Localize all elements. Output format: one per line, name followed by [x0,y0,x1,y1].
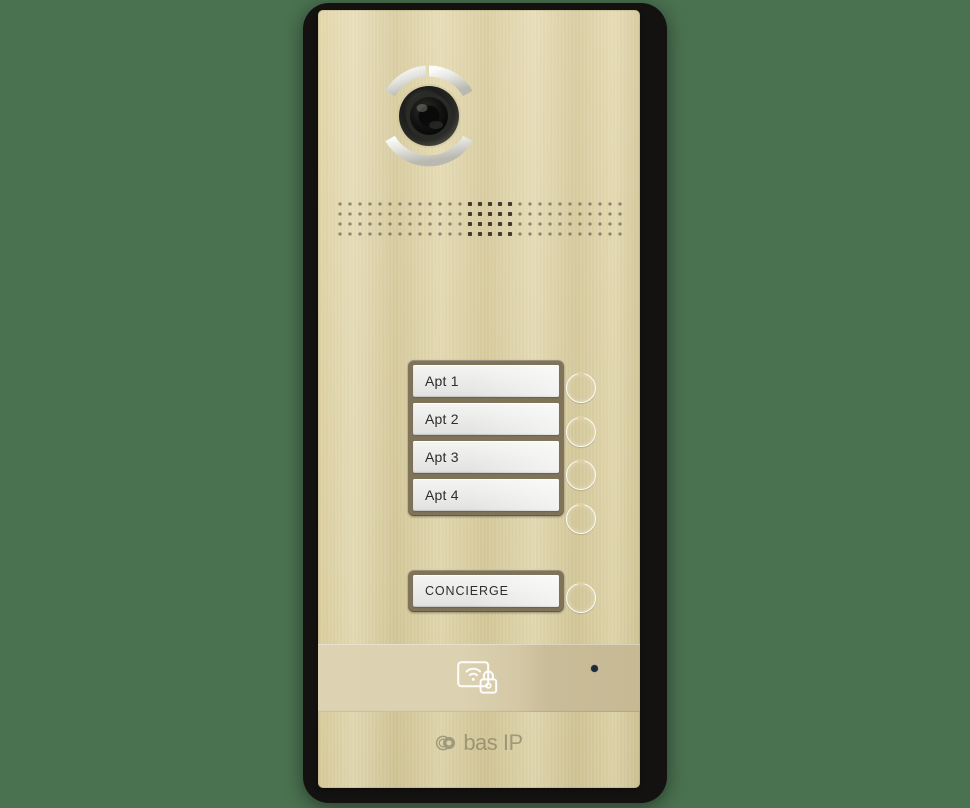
call-button-apt-2[interactable] [566,417,596,447]
bas-ip-circle-icon [436,735,456,751]
call-button-apt-3[interactable] [566,460,596,490]
nameplate-apt-3[interactable]: Apt 3 [413,441,559,473]
nameplate-apt-4[interactable]: Apt 4 [413,479,559,511]
concierge-button-block: CONCIERGE [408,570,564,612]
nameplate-apt-2[interactable]: Apt 2 [413,403,559,435]
speaker-grille-dots [338,201,622,237]
camera-lens-module [376,63,482,169]
camera-icon [385,65,473,167]
status-led [591,665,598,672]
brand-name-text: bas IP [463,730,523,755]
rfid-reader-zone[interactable] [318,644,640,712]
nameplate-concierge[interactable]: CONCIERGE [413,575,559,607]
call-button-apt-4[interactable] [566,504,596,534]
nameplate-label-apt-2: Apt 2 [425,411,459,427]
rfid-card-lock-icon [456,658,504,698]
brand-logo: bas IP [318,732,640,754]
apartment-button-block: Apt 1 Apt 2 Apt 3 Apt 4 [408,360,564,516]
speaker-grille [336,200,626,238]
nameplate-label-apt-1: Apt 1 [425,373,459,389]
call-button-apt-1[interactable] [566,373,596,403]
nameplate-label-apt-3: Apt 3 [425,449,459,465]
nameplate-label-apt-4: Apt 4 [425,487,459,503]
call-button-concierge[interactable] [566,583,596,613]
rfid-icon-graphic [457,661,498,694]
door-station-faceplate: Apt 1 Apt 2 Apt 3 Apt 4 CONCIERGE bas IP [318,10,640,788]
nameplate-apt-1[interactable]: Apt 1 [413,365,559,397]
nameplate-label-concierge: CONCIERGE [425,583,509,598]
